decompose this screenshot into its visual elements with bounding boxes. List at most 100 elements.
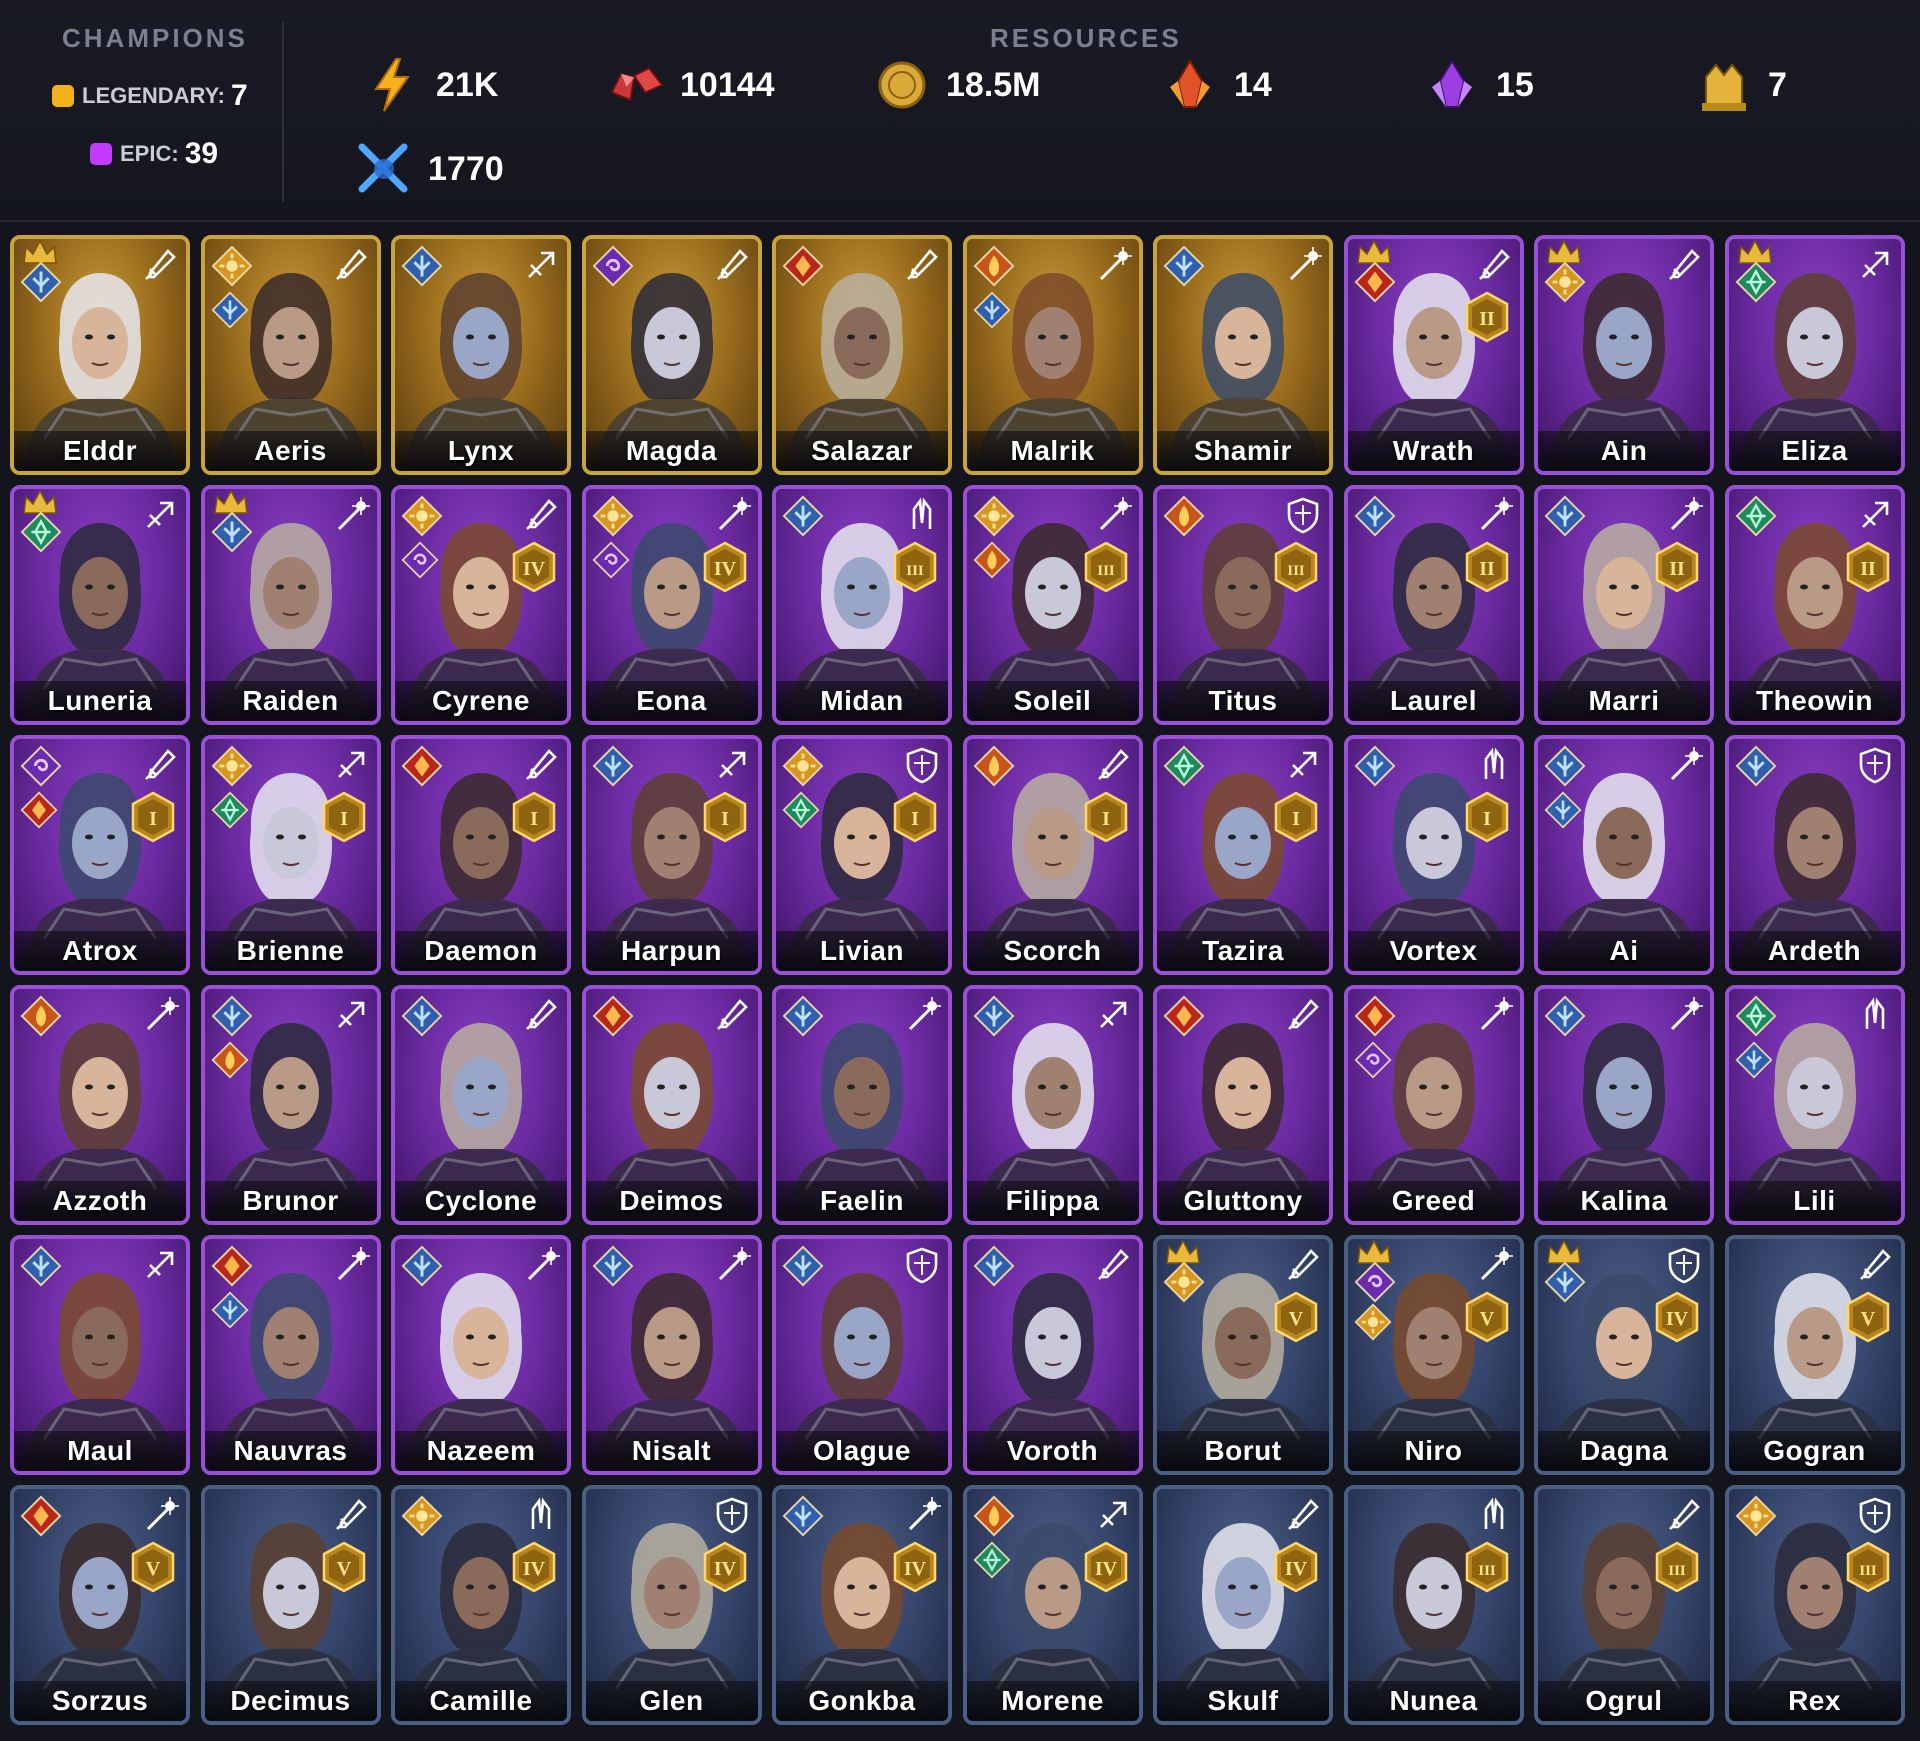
champion-card-sorzus[interactable]: V Sorzus bbox=[10, 1485, 190, 1725]
name-bar: Eliza bbox=[1728, 431, 1901, 471]
champion-card-ardeth[interactable]: Ardeth bbox=[1724, 735, 1905, 975]
epic-count: 39 bbox=[184, 137, 219, 170]
name-bar: Gluttony bbox=[1157, 1181, 1329, 1221]
champion-card-luneria[interactable]: Luneria bbox=[10, 485, 190, 725]
champion-card-eliza[interactable]: Eliza bbox=[1724, 235, 1905, 475]
champion-card-livian[interactable]: I Livian bbox=[772, 735, 952, 975]
champion-card-deimos[interactable]: Deimos bbox=[581, 985, 762, 1225]
rank-badge-icon: I bbox=[892, 791, 938, 843]
champion-card-raiden[interactable]: Raiden bbox=[200, 485, 381, 725]
champion-card-nauvras[interactable]: Nauvras bbox=[200, 1235, 381, 1475]
resources-header: CHAMPIONS RESOURCES LEGENDARY: 7 EPIC: 3… bbox=[0, 0, 1920, 222]
champion-card-decimus[interactable]: V Decimus bbox=[200, 1485, 381, 1725]
name-bar: Lynx bbox=[395, 431, 567, 471]
rank-badge-icon: II bbox=[1464, 291, 1510, 343]
champion-card-lynx[interactable]: Lynx bbox=[391, 235, 571, 475]
rank-badge-icon: I bbox=[1273, 791, 1319, 843]
champion-card-faelin[interactable]: Faelin bbox=[772, 985, 952, 1225]
sword-role-icon bbox=[1853, 1243, 1897, 1287]
staff-role-icon bbox=[710, 1243, 754, 1287]
champion-card-aeris[interactable]: Aeris bbox=[200, 235, 381, 475]
champion-card-soleil[interactable]: III Soleil bbox=[962, 485, 1143, 725]
fire-affinity-icon bbox=[401, 745, 445, 789]
champion-card-ai[interactable]: Ai bbox=[1534, 735, 1714, 975]
champion-card-voroth[interactable]: Voroth bbox=[962, 1235, 1143, 1475]
champion-card-lili[interactable]: Lili bbox=[1724, 985, 1905, 1225]
champion-card-ogrul[interactable]: III Ogrul bbox=[1534, 1485, 1714, 1725]
ice-affinity-icon bbox=[211, 1291, 251, 1331]
champion-card-azzoth[interactable]: Azzoth bbox=[10, 985, 190, 1225]
ice-affinity-icon bbox=[401, 1245, 445, 1289]
ice-affinity-icon bbox=[1354, 745, 1398, 789]
rank-badge-icon: III bbox=[1464, 1541, 1510, 1593]
champion-card-daemon[interactable]: I Daemon bbox=[391, 735, 571, 975]
shield-role-icon bbox=[900, 743, 944, 787]
champion-card-cyrene[interactable]: IV Cyrene bbox=[391, 485, 571, 725]
name-bar: Titus bbox=[1157, 681, 1329, 721]
champion-card-magda[interactable]: Magda bbox=[581, 235, 762, 475]
champion-card-theowin[interactable]: II Theowin bbox=[1724, 485, 1905, 725]
champion-card-scorch[interactable]: I Scorch bbox=[962, 735, 1143, 975]
champion-card-midan[interactable]: III Midan bbox=[772, 485, 952, 725]
ice-affinity-icon bbox=[20, 1245, 64, 1289]
name-bar: Midan bbox=[776, 681, 948, 721]
nature-affinity-icon bbox=[1735, 995, 1779, 1039]
champion-card-nisalt[interactable]: Nisalt bbox=[581, 1235, 762, 1475]
champions-title: CHAMPIONS bbox=[62, 23, 248, 53]
name-bar: Cyrene bbox=[395, 681, 567, 721]
svg-text:III: III bbox=[1859, 1563, 1877, 1579]
champion-card-glen[interactable]: IV Glen bbox=[581, 1485, 762, 1725]
champion-card-filippa[interactable]: Filippa bbox=[962, 985, 1143, 1225]
champion-card-camille[interactable]: IV Camille bbox=[391, 1485, 571, 1725]
champion-card-nunea[interactable]: III Nunea bbox=[1343, 1485, 1524, 1725]
champion-card-borut[interactable]: V Borut bbox=[1153, 1235, 1333, 1475]
champion-name: Dagna bbox=[1579, 1435, 1669, 1466]
champion-card-tazira[interactable]: I Tazira bbox=[1153, 735, 1333, 975]
champion-card-rex[interactable]: III Rex bbox=[1724, 1485, 1905, 1725]
champion-card-harpun[interactable]: I Harpun bbox=[581, 735, 762, 975]
champion-name: Soleil bbox=[1013, 685, 1092, 716]
champion-card-greed[interactable]: Greed bbox=[1343, 985, 1524, 1225]
svg-text:I: I bbox=[1102, 808, 1110, 830]
nature-affinity-icon bbox=[973, 1541, 1013, 1581]
champion-card-brunor[interactable]: Brunor bbox=[200, 985, 381, 1225]
champion-card-elddr[interactable]: Elddr bbox=[10, 235, 190, 475]
champion-card-maul[interactable]: Maul bbox=[10, 1235, 190, 1475]
sword-role-icon bbox=[138, 743, 182, 787]
champion-card-niro[interactable]: V Niro bbox=[1343, 1235, 1524, 1475]
champion-card-gluttony[interactable]: Gluttony bbox=[1153, 985, 1333, 1225]
champion-card-wrath[interactable]: II Wrath bbox=[1343, 235, 1524, 475]
champion-card-morene[interactable]: IV Morene bbox=[962, 1485, 1143, 1725]
champion-card-eona[interactable]: IV Eona bbox=[581, 485, 762, 725]
resource-gems: 10144 bbox=[608, 55, 775, 115]
champion-card-gonkba[interactable]: IV Gonkba bbox=[772, 1485, 952, 1725]
champion-card-dagna[interactable]: IV Dagna bbox=[1534, 1235, 1714, 1475]
champion-card-atrox[interactable]: I Atrox bbox=[10, 735, 190, 975]
svg-text:III: III bbox=[1668, 1563, 1686, 1579]
champion-card-malrik[interactable]: Malrik bbox=[962, 235, 1143, 475]
ice-affinity-icon bbox=[973, 1245, 1017, 1289]
name-bar: Camille bbox=[395, 1681, 567, 1721]
champion-card-kalina[interactable]: Kalina bbox=[1534, 985, 1714, 1225]
champion-card-marri[interactable]: II Marri bbox=[1534, 485, 1714, 725]
champion-name: Eona bbox=[636, 685, 707, 716]
champion-card-salazar[interactable]: Salazar bbox=[772, 235, 952, 475]
champion-card-skulf[interactable]: IV Skulf bbox=[1153, 1485, 1333, 1725]
champion-card-titus[interactable]: III Titus bbox=[1153, 485, 1333, 725]
staff-role-icon bbox=[1472, 493, 1516, 537]
champion-card-shamir[interactable]: Shamir bbox=[1153, 235, 1333, 475]
sword-role-icon bbox=[329, 243, 373, 287]
champion-card-nazeem[interactable]: Nazeem bbox=[391, 1235, 571, 1475]
champion-card-gogran[interactable]: V Gogran bbox=[1724, 1235, 1905, 1475]
flame-affinity-icon bbox=[973, 245, 1017, 289]
champion-card-cyclone[interactable]: Cyclone bbox=[391, 985, 571, 1225]
name-bar: Nisalt bbox=[585, 1431, 758, 1471]
champion-name: Harpun bbox=[621, 935, 722, 966]
champion-card-laurel[interactable]: II Laurel bbox=[1343, 485, 1524, 725]
svg-text:V: V bbox=[1479, 1308, 1494, 1330]
rank-badge-icon: V bbox=[1845, 1291, 1891, 1343]
champion-card-olague[interactable]: Olague bbox=[772, 1235, 952, 1475]
champion-card-brienne[interactable]: I Brienne bbox=[200, 735, 381, 975]
champion-card-ain[interactable]: Ain bbox=[1534, 235, 1714, 475]
champion-card-vortex[interactable]: I Vortex bbox=[1343, 735, 1524, 975]
